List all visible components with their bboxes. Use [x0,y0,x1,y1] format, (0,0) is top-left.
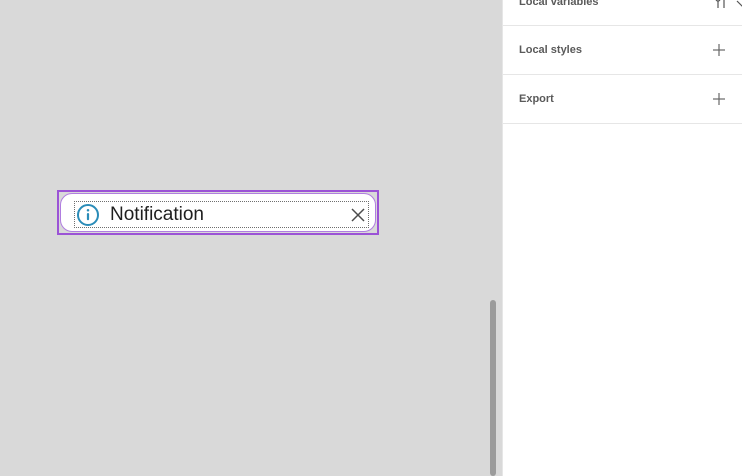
variables-adjust-icon[interactable] [714,0,728,9]
canvas[interactable]: Notification [0,0,502,476]
close-icon[interactable] [350,207,366,223]
plus-icon[interactable] [712,43,726,57]
design-app: Notification Local variables Local style… [0,0,742,476]
local-variables-row[interactable]: Local variables [503,0,742,26]
local-variables-label: Local variables [519,0,599,8]
export-label: Export [519,93,554,105]
canvas-scrollbar[interactable] [490,300,496,476]
info-icon [77,204,99,226]
local-styles-row[interactable]: Local styles [503,26,742,75]
notification-text: Notification [110,204,204,225]
local-styles-label: Local styles [519,44,582,56]
notification-component[interactable]: Notification [60,193,376,232]
export-row[interactable]: Export [503,75,742,124]
properties-panel: Local variables Local styles Export [502,0,742,476]
selected-notification-frame[interactable]: Notification [57,190,379,235]
panel-corner-icon [736,0,742,7]
plus-icon[interactable] [712,92,726,106]
